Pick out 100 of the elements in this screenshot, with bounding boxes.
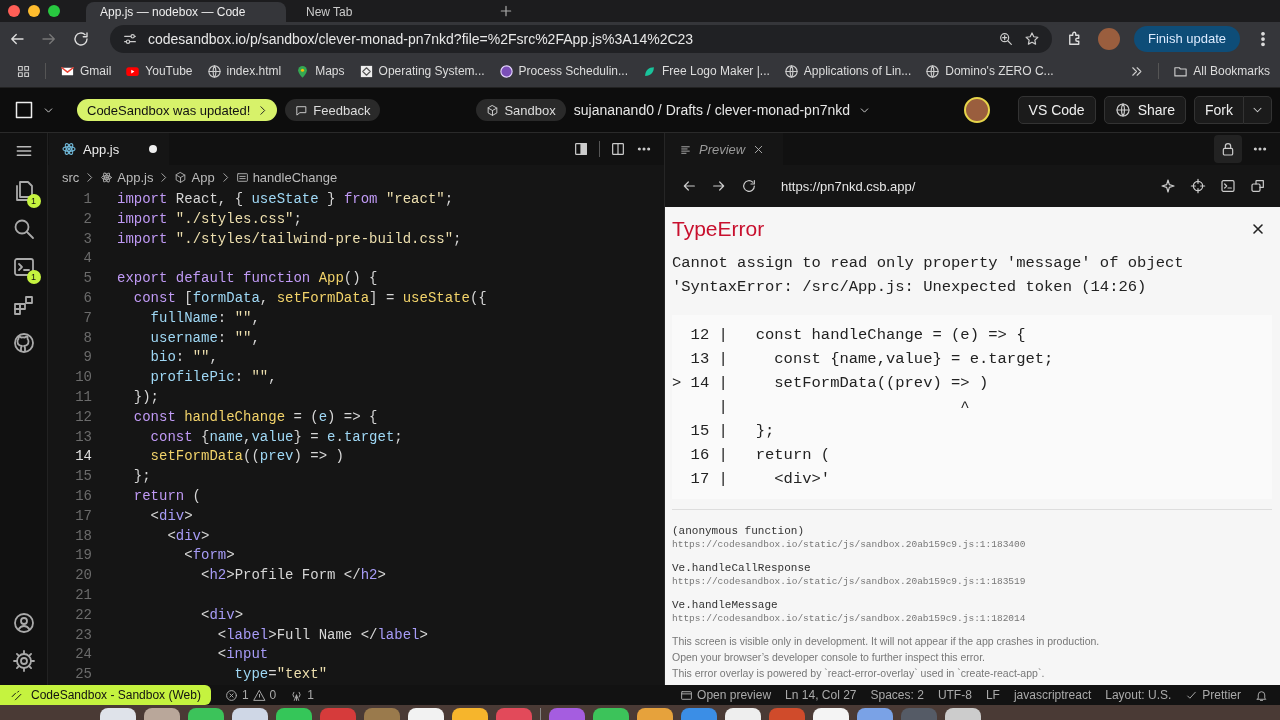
bookmark[interactable]: Gmail: [60, 63, 112, 79]
zoom-icon[interactable]: [997, 30, 1014, 47]
code-line: profilePic: "",: [149, 368, 277, 388]
line-number: 7: [82, 308, 92, 328]
line-number: 23: [74, 625, 92, 645]
count-badge: 1: [26, 194, 41, 208]
atom-icon: [61, 141, 77, 157]
logo-icon[interactable]: [14, 100, 34, 120]
line-number: 24: [74, 645, 92, 665]
bookmark[interactable]: Applications of Lin...: [783, 63, 912, 79]
breadcrumb-item[interactable]: App: [174, 169, 215, 185]
back-icon[interactable]: [681, 178, 697, 194]
header-button[interactable]: Fork: [1194, 96, 1244, 124]
settings-icon[interactable]: [11, 649, 36, 673]
ports-indicator[interactable]: 1: [290, 688, 314, 702]
sandbox-badge[interactable]: Sandbox: [476, 99, 566, 121]
status-item[interactable]: Spaces: 2: [870, 688, 924, 702]
browser-tab[interactable]: New Tab: [292, 2, 492, 22]
globe-icon: [925, 63, 941, 79]
apps-icon[interactable]: [16, 63, 31, 79]
address-bar[interactable]: codesandbox.io/p/sandbox/clever-monad-pn7nkd?file=%2Fsrc%2FApp.js%3A14%2C23: [110, 24, 1052, 53]
editor-tab[interactable]: App.js: [49, 133, 169, 165]
bookmark[interactable]: Domino's ZERO C...: [925, 63, 1054, 79]
code-line: const {name,value} = e.target;: [149, 427, 403, 447]
crosshair-icon[interactable]: [1190, 178, 1206, 194]
bookmark[interactable]: Free Logo Maker |...: [642, 63, 770, 79]
reload-icon[interactable]: [741, 178, 757, 194]
preview-tab[interactable]: Preview: [665, 133, 783, 165]
footer-note: Open your browser’s developer console to further inspect this error.: [672, 650, 987, 665]
code-frame-line: 17 | <div>': [689, 469, 832, 490]
line-number: 18: [74, 526, 92, 546]
code-line: type="text": [233, 665, 328, 685]
error-title: TypeError: [672, 217, 765, 241]
preview-icon: [680, 688, 694, 702]
window-control[interactable]: [8, 5, 20, 17]
sandbox-path[interactable]: sujananand0 / Drafts / clever-monad-pn7nkd: [573, 102, 851, 118]
update-badge[interactable]: CodeSandbox was updated!: [77, 99, 278, 121]
sparkle-icon[interactable]: [1160, 178, 1176, 194]
breadcrumb-item[interactable]: App.js: [100, 169, 154, 185]
close-icon[interactable]: [1250, 221, 1266, 237]
account-icon[interactable]: [11, 611, 36, 635]
window-control[interactable]: [28, 5, 40, 17]
terminal-icon[interactable]: [11, 255, 36, 279]
extensions-icon[interactable]: [11, 293, 36, 317]
code-line: import React, { useState } from "react";: [117, 190, 454, 209]
bookmark[interactable]: YouTube: [125, 63, 193, 79]
cube-icon: [486, 103, 500, 117]
forward-icon[interactable]: [711, 178, 727, 194]
bookmark[interactable]: Operating System...: [358, 63, 485, 79]
breadcrumb-item[interactable]: src: [62, 169, 80, 185]
remote-icon: [10, 688, 23, 702]
feedback-button[interactable]: Feedback: [285, 99, 381, 121]
symbol-icon: [235, 170, 249, 184]
window-control[interactable]: [48, 5, 60, 17]
line-number: 16: [74, 486, 92, 506]
status-item[interactable]: Ln 14, Col 27: [785, 688, 857, 702]
line-number: 8: [82, 328, 92, 348]
globe-icon: [206, 63, 222, 79]
code-line: const handleChange = (e) => {: [132, 407, 378, 427]
status-item[interactable]: javascriptreact: [1013, 688, 1092, 702]
stack-url[interactable]: https://codesandbox.io/static/js/sandbox.20ab159c9.js:1:183400: [672, 538, 1272, 551]
avatar[interactable]: [963, 97, 990, 123]
status-item[interactable]: Prettier: [1185, 688, 1241, 702]
line-number: 4: [82, 249, 92, 269]
reload-icon[interactable]: [72, 29, 90, 48]
status-item[interactable]: UTF-8: [937, 688, 972, 702]
code-frame-line: 15 | };: [689, 421, 776, 442]
code-line: <div>: [166, 526, 210, 546]
finish-update-button[interactable]: Finish update: [1133, 25, 1240, 52]
code-line: });: [132, 387, 159, 407]
code-line: return (: [132, 486, 202, 506]
header-button[interactable]: Share: [1103, 96, 1186, 124]
bell-icon[interactable]: [1255, 688, 1268, 702]
header-button[interactable]: VS Code: [1017, 96, 1096, 124]
console-icon[interactable]: [1220, 178, 1236, 194]
bookmark[interactable]: Process Schedulin...: [498, 63, 628, 79]
github-icon[interactable]: [11, 331, 36, 355]
line-number: 14: [74, 447, 92, 467]
preview-url[interactable]: https://pn7nkd.csb.app/: [781, 178, 916, 194]
problems-indicator[interactable]: 1 0: [224, 688, 277, 702]
new-tab-icon[interactable]: [498, 3, 514, 19]
all-bookmarks[interactable]: All Bookmarks: [1173, 63, 1270, 79]
status-item[interactable]: Layout: U.S.: [1105, 688, 1172, 702]
status-item[interactable]: Open preview: [680, 688, 772, 702]
bookmark[interactable]: Maps: [295, 63, 345, 79]
stack-url[interactable]: https://codesandbox.io/static/js/sandbox.20ab159c9.js:1:183519: [672, 575, 1272, 588]
breadcrumb-item[interactable]: handleChange: [235, 169, 338, 185]
bookmark-star-icon[interactable]: [1023, 30, 1040, 47]
split-editor-icon[interactable]: [610, 141, 626, 157]
toggle-panel-icon[interactable]: [573, 141, 589, 157]
new-window-icon[interactable]: [1250, 178, 1266, 194]
remote-indicator[interactable]: CodeSandbox - Sandbox (Web): [0, 685, 211, 705]
stack-url[interactable]: https://codesandbox.io/static/js/sandbox.20ab159c9.js:1:182014: [672, 612, 1272, 625]
lock-button[interactable]: [1214, 135, 1242, 163]
status-item[interactable]: LF: [985, 688, 1000, 702]
line-number: 1: [82, 190, 92, 209]
browser-tab[interactable]: App.js — nodebox — Code: [86, 2, 286, 22]
code-line: <h2>Profile Form </h2>: [200, 566, 386, 586]
bookmark[interactable]: index.html: [206, 63, 282, 79]
cube-icon: [174, 170, 188, 184]
